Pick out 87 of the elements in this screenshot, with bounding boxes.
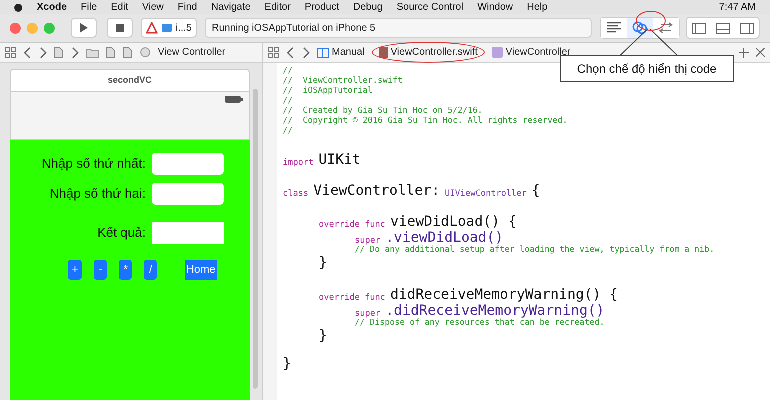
battery-icon xyxy=(225,96,243,103)
grid-icon[interactable] xyxy=(268,46,280,58)
close-icon[interactable] xyxy=(756,48,765,57)
document-icon[interactable] xyxy=(106,46,116,58)
code-token: // Created by Gia Su Tin Hoc on 5/2/16. xyxy=(283,106,483,114)
operation-button[interactable]: - xyxy=(94,260,108,280)
code-token: // xyxy=(283,66,293,74)
code-token: // iOSAppTutorial xyxy=(283,86,373,94)
highlight-circle xyxy=(636,11,666,31)
scene-title-bar: secondVC xyxy=(10,69,250,92)
code-token: super xyxy=(355,310,381,318)
forward-icon[interactable] xyxy=(39,46,47,58)
folder-icon[interactable] xyxy=(86,48,99,58)
callout-pointer xyxy=(620,28,680,58)
add-icon[interactable] xyxy=(739,48,749,58)
closing-brace: } xyxy=(319,255,328,271)
forward-icon[interactable] xyxy=(71,46,79,58)
class-icon xyxy=(492,47,503,58)
field-label: Nhập số thứ nhất: xyxy=(42,155,146,174)
forward-icon[interactable] xyxy=(302,46,310,58)
stop-button[interactable] xyxy=(106,18,133,38)
operation-button[interactable]: / xyxy=(144,260,158,280)
app-icon xyxy=(146,22,158,34)
menu-item[interactable]: Find xyxy=(178,0,198,14)
number-input[interactable] xyxy=(152,153,224,175)
menu-item[interactable]: Editor xyxy=(264,0,291,14)
grid-icon[interactable] xyxy=(5,46,17,58)
run-button[interactable] xyxy=(71,18,97,38)
play-icon xyxy=(80,23,88,33)
code-token: override xyxy=(319,294,360,302)
apple-logo-icon[interactable] xyxy=(14,2,23,12)
code-token: super xyxy=(355,236,381,245)
swift-file-icon xyxy=(378,47,388,58)
closing-brace: } xyxy=(319,328,328,344)
code-token: // Copyright © 2016 Gia Su Tin Hoc. All rights reserved. xyxy=(283,116,568,124)
code-token: class xyxy=(283,190,309,198)
closing-brace: } xyxy=(283,356,292,372)
back-icon[interactable] xyxy=(287,46,295,58)
document-icon[interactable] xyxy=(123,46,133,58)
assistant-editor-icon[interactable] xyxy=(627,18,653,38)
menu-item[interactable]: Help xyxy=(527,0,548,14)
menu-item[interactable]: Source Control xyxy=(396,0,464,14)
code-token: { xyxy=(532,184,540,198)
split-icon xyxy=(317,48,329,58)
operation-button[interactable]: + xyxy=(68,260,82,280)
number-input[interactable] xyxy=(152,222,224,244)
code-token: func xyxy=(364,294,386,302)
back-icon[interactable] xyxy=(24,46,32,58)
menu-clock: 7:47 AM xyxy=(719,0,756,14)
code-token: override xyxy=(319,220,360,229)
menu-item[interactable]: Navigate xyxy=(211,0,251,14)
callout-box: Chọn chế độ hiển thị code xyxy=(560,55,734,82)
code-token: didReceiveMemoryWarning() { xyxy=(390,288,618,302)
scheme-selector[interactable]: i...5 xyxy=(140,18,197,38)
code-token: // ViewController.swift xyxy=(283,76,403,84)
menu-item[interactable]: View xyxy=(142,0,164,14)
code-token: .didReceiveMemoryWarning() xyxy=(386,304,605,318)
operation-button[interactable]: * xyxy=(119,260,132,280)
mode-selector[interactable]: Manual xyxy=(317,45,365,60)
code-token: import xyxy=(283,158,314,167)
code-token: viewDidLoad() { xyxy=(390,215,517,229)
code-token: func xyxy=(364,220,386,229)
field-label: Kết quả: xyxy=(98,224,146,242)
code-token: UIKit xyxy=(318,153,361,167)
activity-status-field: Running iOSAppTutorial on iPhone 5 xyxy=(205,18,592,38)
device-icon xyxy=(160,23,173,33)
menu-item[interactable]: Edit xyxy=(111,0,128,14)
menu-item[interactable]: Debug xyxy=(353,0,383,14)
stop-icon xyxy=(116,24,124,32)
menu-item[interactable]: File xyxy=(81,0,98,14)
code-token: UIViewController xyxy=(445,190,527,198)
operation-button[interactable]: Home xyxy=(185,260,217,280)
document-icon[interactable] xyxy=(54,46,64,58)
field-label: Nhập số thứ hai: xyxy=(50,185,146,204)
scrollbar[interactable] xyxy=(253,89,258,389)
jump-bar-item[interactable]: View Controller xyxy=(158,45,226,60)
menu-item[interactable]: Xcode xyxy=(37,0,68,14)
menu-item[interactable]: Window xyxy=(478,0,514,14)
number-input[interactable] xyxy=(152,183,224,205)
code-token: // Dispose of any resources that can be recreated. xyxy=(355,318,605,326)
code-token: // xyxy=(283,126,293,134)
code-token: // Do any additional setup after loading the view, typically from a nib. xyxy=(355,245,715,254)
code-token: ViewController: xyxy=(314,184,440,198)
scene-icon[interactable] xyxy=(140,47,151,58)
code-token: // xyxy=(283,96,293,104)
menu-item[interactable]: Product xyxy=(304,0,340,14)
code-token: .viewDidLoad() xyxy=(386,231,504,245)
